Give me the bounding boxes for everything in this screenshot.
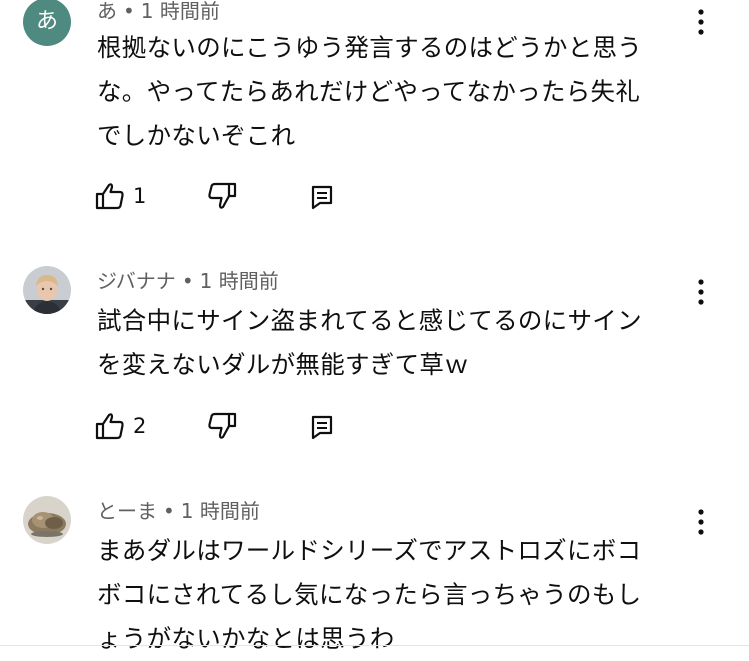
user-avatar-image: [23, 496, 71, 544]
author-name[interactable]: ジバナナ: [97, 269, 176, 293]
comment-line: でしかないぞこれ: [97, 121, 296, 150]
more-options-button[interactable]: [690, 507, 712, 537]
more-vert-icon: [698, 279, 704, 305]
avatar[interactable]: あ: [23, 0, 71, 46]
comment-meta: あ • 1 時間前: [97, 0, 220, 23]
comment-actions: 2: [95, 410, 355, 442]
comment-meta: とーま • 1 時間前: [97, 499, 260, 523]
comment-meta: ジバナナ • 1 時間前: [97, 269, 279, 293]
thumb-up-icon: [95, 183, 124, 210]
thumb-down-icon: [208, 412, 237, 439]
comment-line: を変えないダルが無能すぎて草ｗ: [97, 350, 469, 379]
timestamp[interactable]: 1 時間前: [200, 269, 279, 293]
avatar[interactable]: [23, 496, 71, 544]
like-button[interactable]: 2: [95, 410, 146, 442]
comment-text: 根拠ないのにこうゆう発言するのはどうかと思う な。やってたらあれだけどやってなか…: [97, 26, 697, 158]
comment-actions: 1: [95, 180, 355, 212]
divider: [0, 645, 749, 646]
dislike-button[interactable]: [207, 410, 237, 442]
comment-line: 根拠ないのにこうゆう発言するのはどうかと思う: [97, 33, 643, 62]
user-avatar-image: [23, 266, 71, 314]
separator: •: [181, 269, 194, 293]
separator: •: [123, 0, 135, 23]
more-options-button[interactable]: [690, 7, 712, 37]
like-count: 1: [133, 184, 147, 208]
reply-button[interactable]: [310, 410, 334, 442]
thumb-down-icon: [208, 182, 237, 209]
timestamp[interactable]: 1 時間前: [141, 0, 220, 23]
comment-line: ボコにされてるし気になったら言っちゃうのもし: [97, 580, 642, 609]
more-options-button[interactable]: [690, 277, 712, 307]
comment-line: 試合中にサイン盗まれてると感じてるのにサイン: [97, 306, 642, 335]
comment-line: まあダルはワールドシリーズでアストロズにボコ: [97, 536, 642, 565]
separator: •: [163, 499, 175, 523]
dislike-button[interactable]: [207, 180, 237, 212]
more-vert-icon: [698, 509, 704, 535]
reply-button[interactable]: [310, 180, 334, 212]
author-name[interactable]: とーま: [97, 499, 157, 523]
comment-line: ょうがないかなとは思うわ: [97, 624, 395, 653]
comment-line: な。やってたらあれだけどやってなかったら失礼: [97, 77, 641, 106]
author-name[interactable]: あ: [97, 0, 117, 23]
timestamp[interactable]: 1 時間前: [181, 499, 260, 523]
like-count: 2: [133, 414, 147, 438]
like-button[interactable]: 1: [95, 180, 146, 212]
comment-text: まあダルはワールドシリーズでアストロズにボコ ボコにされてるし気になったら言っち…: [97, 529, 697, 661]
comment-reply-icon: [311, 415, 333, 440]
thumb-up-icon: [95, 413, 124, 440]
more-vert-icon: [698, 9, 704, 35]
avatar[interactable]: [23, 266, 71, 314]
comment-text: 試合中にサイン盗まれてると感じてるのにサイン を変えないダルが無能すぎて草ｗ: [97, 299, 697, 387]
comment-reply-icon: [311, 185, 333, 210]
